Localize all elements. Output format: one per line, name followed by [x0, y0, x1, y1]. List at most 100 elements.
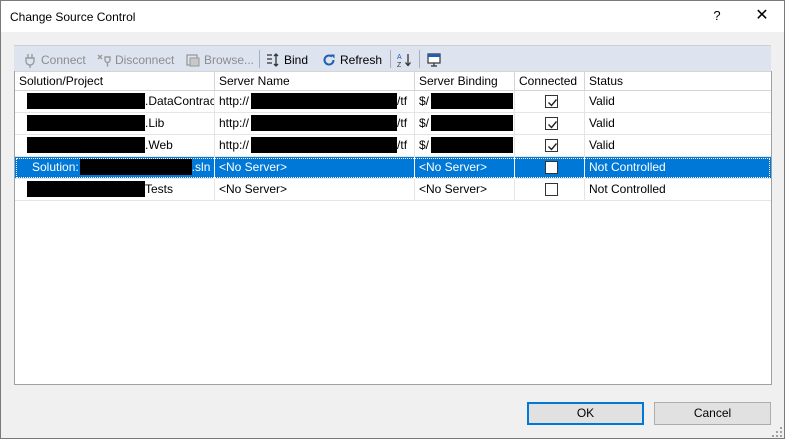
- redacted-block: [431, 136, 514, 153]
- resize-grip-icon[interactable]: [771, 426, 783, 438]
- project-name: Tests: [145, 182, 174, 196]
- grid-header: Solution/Project Server Name Server Bind…: [15, 71, 771, 91]
- connect-label: Connect: [41, 52, 86, 67]
- table-row[interactable]: .Web http:// /tf $/ Valid: [15, 135, 771, 157]
- toolbar-separator: [259, 50, 260, 68]
- column-header-server-binding[interactable]: Server Binding: [415, 72, 515, 91]
- connect-button[interactable]: Connect: [22, 50, 86, 68]
- connected-cell: [515, 91, 585, 113]
- title-bar: Change Source Control ? ✕: [1, 1, 784, 32]
- status-cell: Valid: [589, 94, 615, 108]
- connected-cell: [515, 135, 585, 157]
- binding-cell: <No Server>: [415, 157, 515, 179]
- column-header-status[interactable]: Status: [585, 72, 771, 91]
- project-name: .Web: [145, 138, 173, 152]
- server-cell: <No Server>: [215, 179, 415, 201]
- server-prefix: http://: [219, 138, 250, 152]
- unplug-icon: [96, 52, 112, 68]
- binding-prefix: $/: [419, 138, 430, 152]
- column-header-solution-project[interactable]: Solution/Project: [15, 72, 215, 91]
- properties-button[interactable]: [426, 50, 445, 68]
- column-header-server-name[interactable]: Server Name: [215, 72, 415, 91]
- bind-label: Bind: [284, 52, 309, 67]
- redacted-block: [431, 114, 514, 131]
- server-cell: http:// /tf: [215, 91, 415, 113]
- status-cell: Valid: [589, 138, 615, 152]
- close-button[interactable]: ✕: [747, 3, 777, 29]
- binding-prefix: $/: [419, 94, 430, 108]
- connected-checkbox[interactable]: [545, 139, 558, 152]
- bind-icon: [265, 52, 281, 68]
- refresh-label: Refresh: [340, 52, 383, 67]
- refresh-button[interactable]: Refresh: [321, 50, 382, 68]
- server-cell: http:// /tf: [215, 113, 415, 135]
- project-cell: .DataContract: [15, 91, 215, 113]
- sort-button[interactable]: AZ: [396, 50, 415, 69]
- help-button[interactable]: ?: [702, 3, 732, 29]
- redacted-block: [251, 114, 398, 131]
- redacted-block: [27, 136, 145, 153]
- binding-prefix: $/: [419, 116, 430, 130]
- redacted-block: [251, 136, 398, 153]
- svg-text:Z: Z: [397, 62, 402, 68]
- bind-button[interactable]: Bind: [265, 50, 308, 68]
- dialog-title: Change Source Control: [10, 10, 136, 24]
- server-cell: <No Server>: [215, 157, 415, 179]
- table-row[interactable]: .Lib http:// /tf $/ Valid: [15, 113, 771, 135]
- browse-icon: [185, 52, 201, 68]
- project-cell: .Lib: [15, 113, 215, 135]
- connected-cell: [515, 157, 585, 179]
- toolbar-separator: [419, 50, 420, 68]
- connected-cell: [515, 179, 585, 201]
- table-row[interactable]: .DataContract http:// /tf $/ Valid: [15, 91, 771, 113]
- toolbar-separator: [390, 50, 391, 68]
- server-prefix: http://: [219, 94, 250, 108]
- project-name: .sln: [191, 160, 211, 174]
- binding-cell: $/: [415, 91, 515, 113]
- table-row-selected[interactable]: Solution: .sln <No Server> <No Server> No…: [15, 157, 771, 179]
- redacted-block: [27, 114, 145, 131]
- cancel-button[interactable]: Cancel: [654, 402, 771, 425]
- redacted-block: [27, 180, 145, 197]
- server-suffix: /tf: [397, 138, 408, 152]
- project-prefix: Solution:: [32, 160, 79, 174]
- sort-az-icon: AZ: [396, 52, 412, 69]
- table-row[interactable]: Tests <No Server> <No Server> Not Contro…: [15, 179, 771, 201]
- server-suffix: /tf: [397, 116, 408, 130]
- plug-icon: [22, 52, 38, 68]
- project-name: .DataContract: [145, 94, 215, 108]
- ok-button[interactable]: OK: [527, 402, 644, 425]
- server-suffix: /tf: [397, 94, 408, 108]
- connected-checkbox[interactable]: [545, 95, 558, 108]
- status-cell: Not Controlled: [589, 182, 666, 196]
- binding-cell: $/: [415, 113, 515, 135]
- browse-button[interactable]: Browse...: [185, 50, 254, 68]
- server-cell: http:// /tf: [215, 135, 415, 157]
- disconnect-label: Disconnect: [115, 52, 175, 67]
- redacted-block: [431, 92, 514, 109]
- projects-grid: Solution/Project Server Name Server Bind…: [14, 71, 772, 385]
- redacted-block: [251, 92, 398, 109]
- disconnect-button[interactable]: Disconnect: [96, 50, 174, 68]
- project-name: .Lib: [145, 116, 165, 130]
- redacted-block: [79, 158, 192, 175]
- status-cell: Not Controlled: [589, 160, 666, 174]
- change-source-control-dialog: Change Source Control ? ✕ Connect Discon…: [0, 0, 785, 439]
- binding-cell: $/: [415, 135, 515, 157]
- project-cell: Solution: .sln: [15, 157, 215, 179]
- project-cell: .Web: [15, 135, 215, 157]
- connected-checkbox[interactable]: [545, 161, 558, 174]
- column-header-connected[interactable]: Connected: [515, 72, 585, 91]
- toolbar: Connect Disconnect Browse... Bind Refres…: [14, 45, 771, 71]
- status-cell: Valid: [589, 116, 615, 130]
- connected-cell: [515, 113, 585, 135]
- svg-text:A: A: [397, 54, 402, 61]
- server-prefix: http://: [219, 116, 250, 130]
- connected-checkbox[interactable]: [545, 117, 558, 130]
- redacted-block: [27, 92, 145, 109]
- browse-label: Browse...: [204, 52, 255, 67]
- refresh-icon: [321, 52, 337, 68]
- project-cell: Tests: [15, 179, 215, 201]
- binding-cell: <No Server>: [415, 179, 515, 201]
- connected-checkbox[interactable]: [545, 183, 558, 196]
